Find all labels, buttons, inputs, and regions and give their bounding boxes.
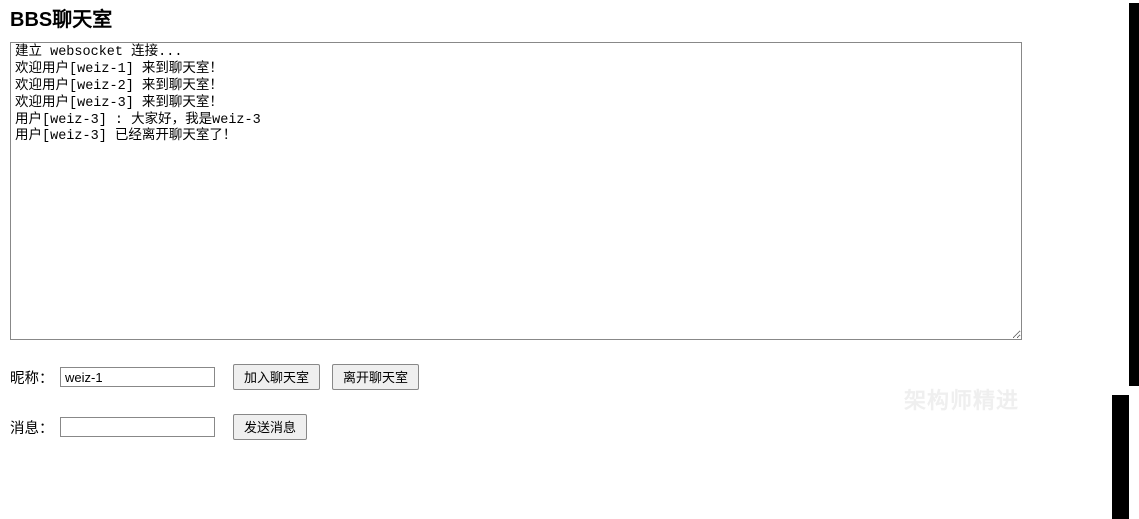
chat-log[interactable] [10, 42, 1022, 340]
message-label: 消息： [10, 417, 60, 438]
nickname-label: 昵称： [10, 367, 60, 388]
page-title: BBS聊天室 [10, 3, 1102, 32]
nickname-row: 昵称： 加入聊天室 离开聊天室 [10, 364, 1102, 390]
nickname-input[interactable] [60, 367, 215, 387]
right-black-edge [1112, 3, 1139, 519]
message-input[interactable] [60, 417, 215, 437]
join-button[interactable]: 加入聊天室 [233, 364, 320, 390]
message-row: 消息： 发送消息 [10, 414, 1102, 440]
leave-button[interactable]: 离开聊天室 [332, 364, 419, 390]
send-button[interactable]: 发送消息 [233, 414, 307, 440]
right-white-inset [1112, 3, 1129, 386]
